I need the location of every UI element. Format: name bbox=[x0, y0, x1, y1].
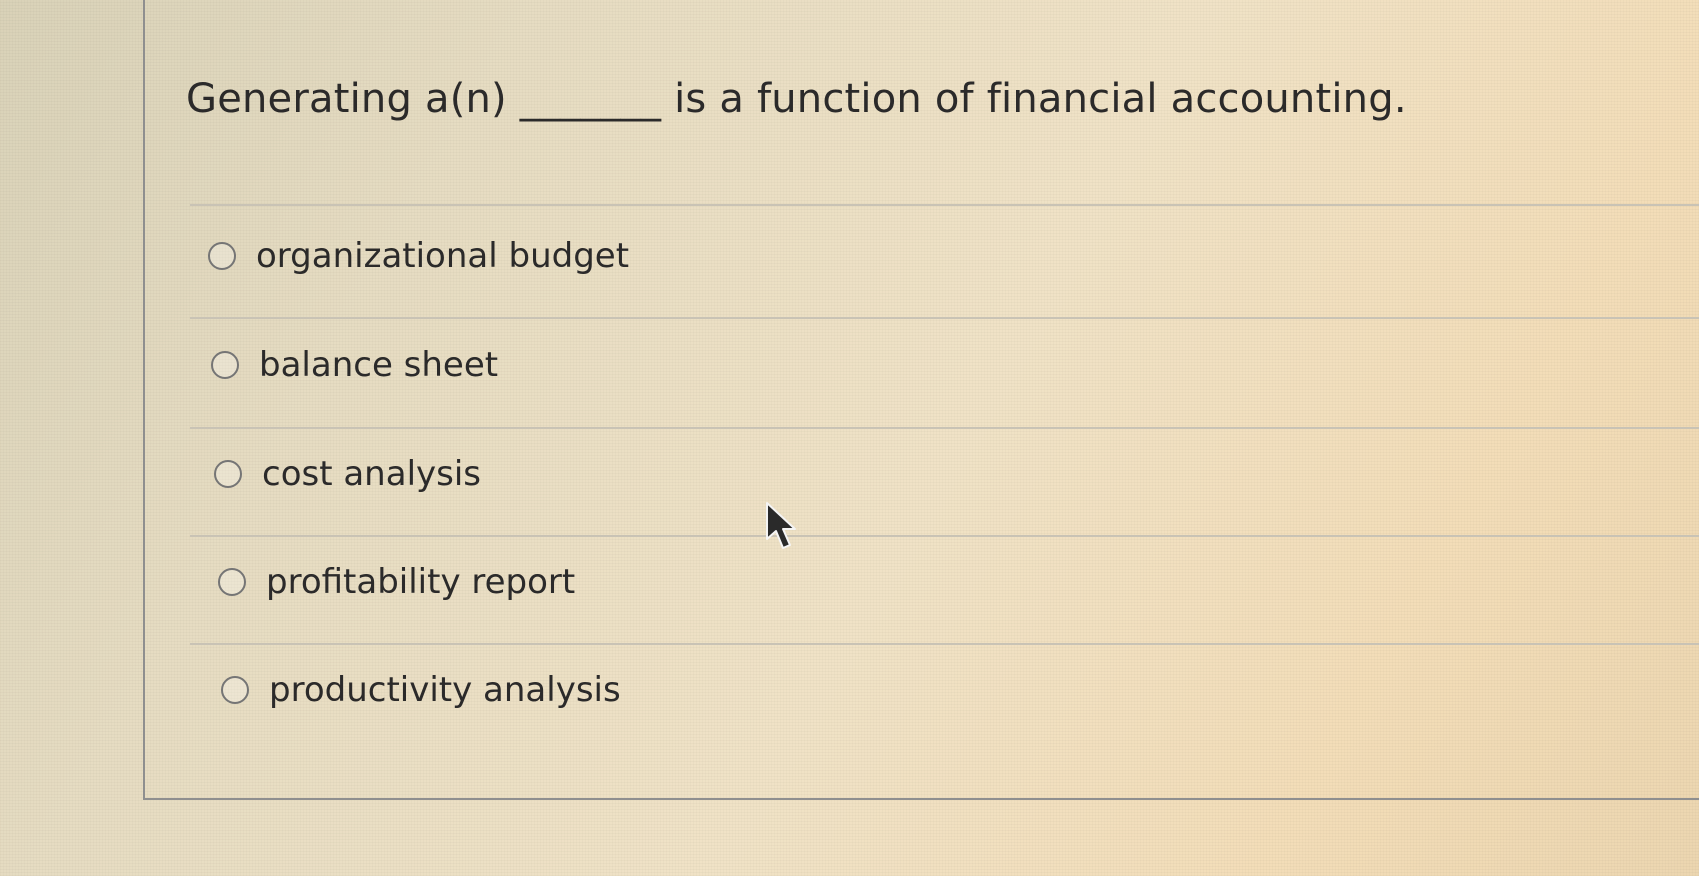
radio-button[interactable] bbox=[208, 242, 236, 270]
option-label: balance sheet bbox=[259, 345, 499, 385]
option-label: profitability report bbox=[266, 562, 576, 602]
answer-option-profitability-report[interactable]: profitability report bbox=[218, 562, 575, 602]
option-label: cost analysis bbox=[262, 454, 482, 494]
answer-option-balance-sheet[interactable]: balance sheet bbox=[211, 345, 498, 385]
radio-button[interactable] bbox=[211, 351, 239, 379]
divider bbox=[190, 317, 1699, 319]
divider bbox=[190, 535, 1699, 537]
answer-option-cost-analysis[interactable]: cost analysis bbox=[214, 454, 481, 494]
radio-button[interactable] bbox=[218, 568, 246, 596]
answer-option-organizational-budget[interactable]: organizational budget bbox=[208, 236, 629, 276]
arrow-pointer-icon bbox=[766, 502, 796, 549]
option-label: productivity analysis bbox=[269, 670, 621, 710]
divider bbox=[190, 427, 1699, 429]
question-text: Generating a(n) _______ is a function of… bbox=[186, 76, 1407, 122]
option-label: organizational budget bbox=[256, 236, 630, 276]
radio-button[interactable] bbox=[214, 460, 242, 488]
divider bbox=[190, 204, 1699, 206]
divider bbox=[190, 643, 1699, 645]
radio-button[interactable] bbox=[221, 676, 249, 704]
answer-option-productivity-analysis[interactable]: productivity analysis bbox=[221, 670, 621, 710]
